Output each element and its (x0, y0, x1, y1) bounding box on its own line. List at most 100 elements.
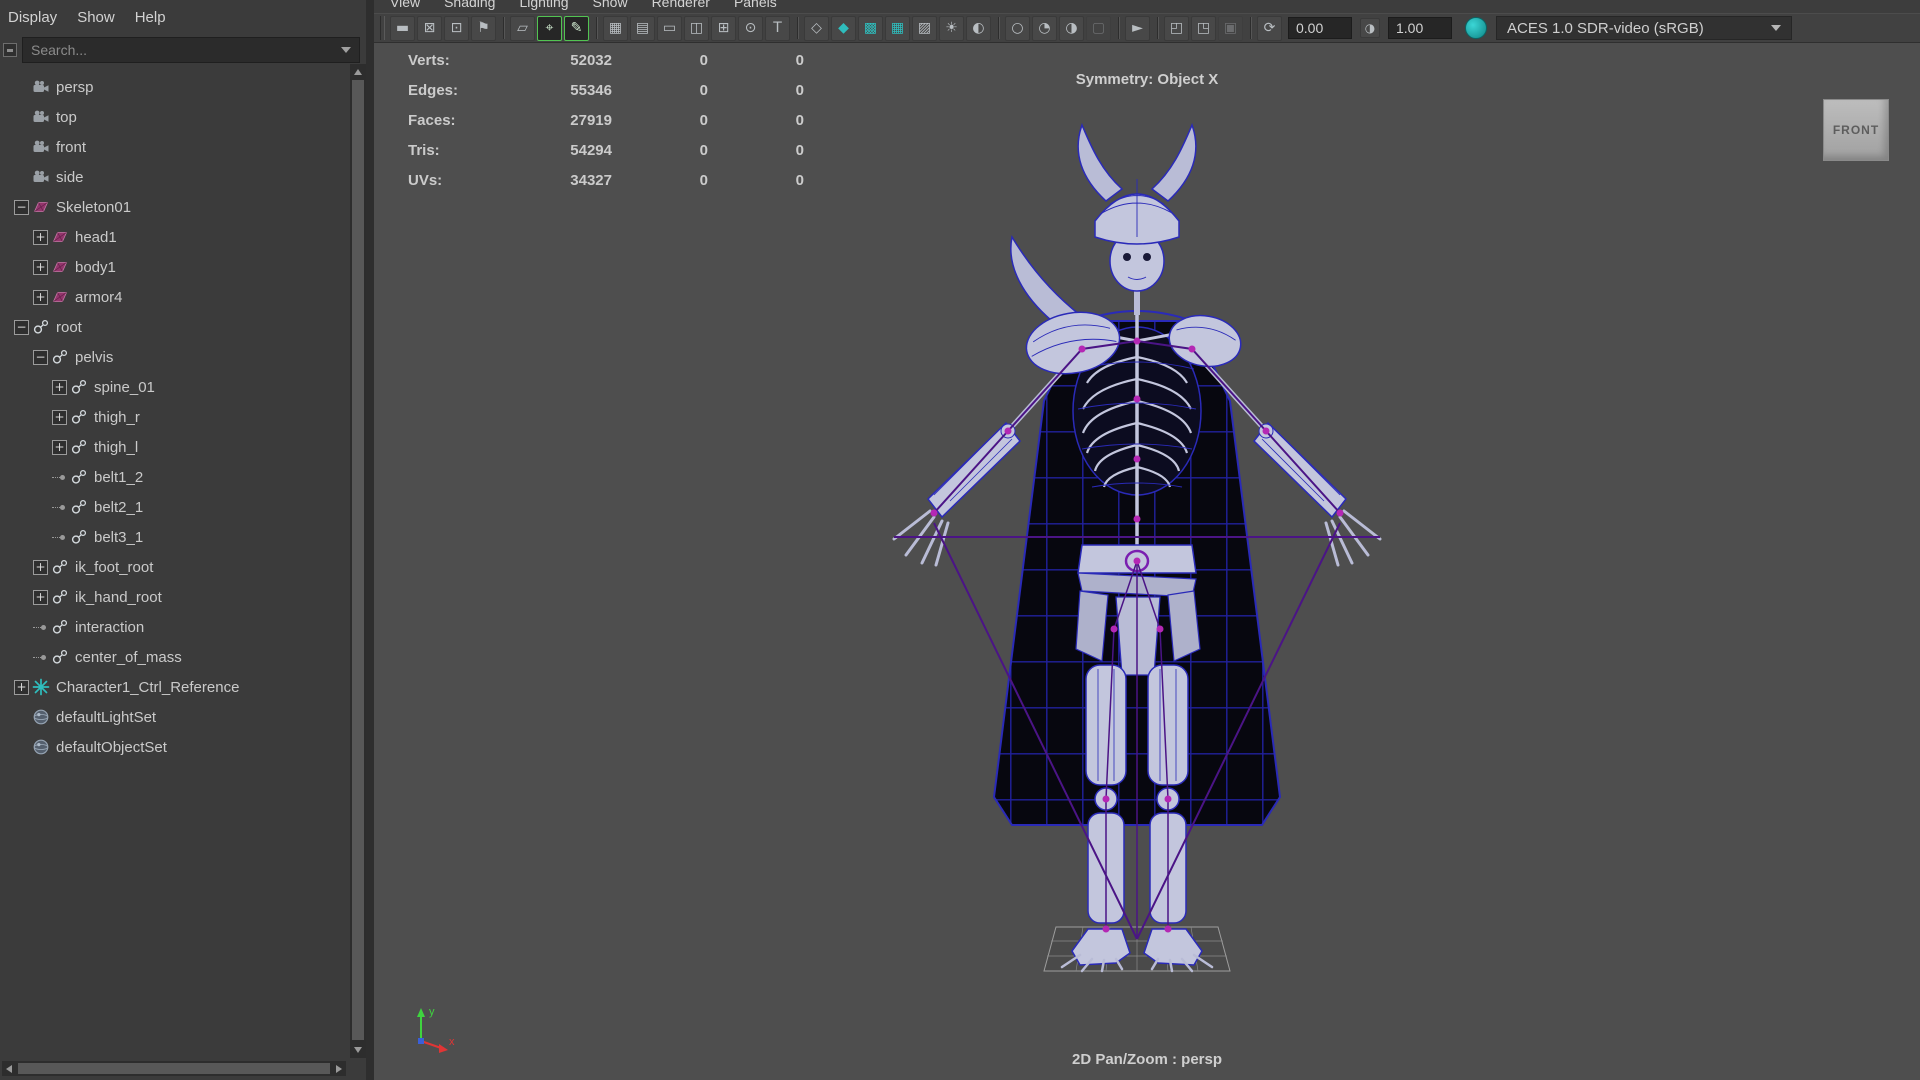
search-input[interactable] (31, 42, 335, 58)
outliner-item-top[interactable]: top (0, 102, 349, 132)
outliner-item-pelvis[interactable]: − pelvis (0, 342, 349, 372)
outliner-item-thigh_l[interactable]: + thigh_l (0, 432, 349, 462)
scroll-left-arrow-icon[interactable] (6, 1065, 12, 1073)
viewport-menu-renderer[interactable]: Renderer (652, 0, 710, 11)
outliner-item-defaultLightSet[interactable]: defaultLightSet (0, 702, 349, 732)
outliner-item-ik_foot_root[interactable]: + ik_foot_root (0, 552, 349, 582)
joint-icon (70, 468, 88, 486)
toolbar-2d-pan-zoom[interactable]: ⌖ (537, 15, 562, 41)
toolbar-grid[interactable]: ▦ (603, 15, 628, 41)
toolbar-motion-blur[interactable]: ◔ (1032, 15, 1057, 41)
outliner-menubar: Display Show Help (0, 0, 366, 34)
gamma-icon[interactable]: ◑ (1360, 18, 1380, 38)
expander-minus-icon[interactable]: − (14, 199, 29, 215)
toolbar-xray[interactable]: ▨ (912, 15, 937, 41)
outliner-vertical-scrollbar[interactable] (350, 64, 366, 1058)
expander-plus-icon[interactable]: + (52, 439, 67, 455)
outliner-item-Skeleton01[interactable]: − Skeleton01 (0, 192, 349, 222)
viewport-menu-show[interactable]: Show (593, 0, 628, 11)
outliner-item-defaultObjectSet[interactable]: defaultObjectSet (0, 732, 349, 762)
outliner-item-body1[interactable]: + body1 (0, 252, 349, 282)
horizontal-scroll-thumb[interactable] (18, 1063, 330, 1074)
outliner-item-belt1_2[interactable]: belt1_2 (0, 462, 349, 492)
color-management-toggle[interactable] (1465, 17, 1487, 39)
outliner-menu-help[interactable]: Help (135, 9, 166, 26)
toolbar-exposure-icon[interactable]: ⟳ (1257, 15, 1282, 41)
expander-plus-icon[interactable]: + (14, 679, 29, 695)
outliner-item-root[interactable]: − root (0, 312, 349, 342)
asterisk-icon (32, 678, 50, 696)
outliner-item-center_of_mass[interactable]: center_of_mass (0, 642, 349, 672)
view-cube[interactable]: FRONT (1823, 99, 1889, 161)
character-wireframe-model[interactable] (830, 109, 1445, 1014)
toolbar-gate-mask[interactable]: ◫ (684, 15, 709, 41)
scroll-up-arrow-icon[interactable] (354, 69, 362, 75)
toolbar-anti-aliasing[interactable]: ◑ (1059, 15, 1084, 41)
outliner-item-armor4[interactable]: + armor4 (0, 282, 349, 312)
expander-minus-icon[interactable]: − (33, 349, 48, 365)
toolbar-tear-off-copy[interactable]: ◰ (1164, 15, 1189, 41)
outliner-item-ik_hand_root[interactable]: + ik_hand_root (0, 582, 349, 612)
toolbar-film-gate[interactable]: ▤ (630, 15, 655, 41)
viewport-menu-lighting[interactable]: Lighting (519, 0, 568, 11)
toolbar-wireframe-on-shaded[interactable]: ▦ (885, 15, 910, 41)
outliner-item-spine_01[interactable]: + spine_01 (0, 372, 349, 402)
viewport-menu-view[interactable]: View (390, 0, 420, 11)
gamma-field[interactable]: 1.00 (1388, 17, 1452, 39)
outliner-item-head1[interactable]: + head1 (0, 222, 349, 252)
toolbar-tear-off[interactable]: ◳ (1191, 15, 1216, 41)
outliner-menu-display[interactable]: Display (8, 9, 57, 26)
outliner-item-belt3_1[interactable]: belt3_1 (0, 522, 349, 552)
toolbar-lock-camera[interactable]: ⊠ (417, 15, 442, 41)
search-chevron-down-icon[interactable] (341, 47, 351, 53)
outliner-item-persp[interactable]: persp (0, 72, 349, 102)
toolbar-select-camera[interactable]: ▬ (390, 15, 415, 41)
toolbar-safe-title[interactable]: T (765, 15, 790, 41)
toolbar-textured[interactable]: ▩ (858, 15, 883, 41)
toolbar-handle[interactable] (380, 16, 385, 40)
toolbar-grease-pencil[interactable]: ✎ (564, 15, 589, 41)
scroll-right-arrow-icon[interactable] (336, 1065, 342, 1073)
toolbar-safe-action[interactable]: ⊙ (738, 15, 763, 41)
outliner-search-row (0, 34, 366, 66)
leaf-connector (52, 500, 67, 515)
outliner-item-belt2_1[interactable]: belt2_1 (0, 492, 349, 522)
expander-plus-icon[interactable]: + (52, 379, 67, 395)
outliner-item-label: top (56, 108, 77, 126)
toolbar-default-lighting[interactable]: ☀ (939, 15, 964, 41)
toolbar-isolate-select[interactable]: ► (1125, 15, 1150, 41)
exposure-field[interactable]: 0.00 (1288, 17, 1352, 39)
outliner-item-label: defaultObjectSet (56, 738, 167, 756)
viewport-canvas[interactable]: Verts: 52032 0 0 Edges: 55346 0 0 Faces: 27919 0 0 T… (374, 43, 1920, 1080)
outliner-item-Character1_Ctrl_Reference[interactable]: + Character1_Ctrl_Reference (0, 672, 349, 702)
colorspace-dropdown[interactable]: ACES 1.0 SDR-video (sRGB) (1496, 16, 1792, 40)
expander-plus-icon[interactable]: + (33, 559, 48, 575)
outliner-item-side[interactable]: side (0, 162, 349, 192)
outliner-horizontal-scrollbar[interactable] (2, 1061, 346, 1076)
expander-plus-icon[interactable]: + (33, 589, 48, 605)
toolbar-image-plane[interactable]: ▱ (510, 15, 535, 41)
toolbar-camera-attributes[interactable]: ⊡ (444, 15, 469, 41)
toolbar-field-chart[interactable]: ⊞ (711, 15, 736, 41)
expander-plus-icon[interactable]: + (33, 259, 48, 275)
hud-pan-zoom: 2D Pan/Zoom : persp (1071, 1051, 1223, 1068)
vertical-scroll-thumb[interactable] (352, 80, 364, 1040)
scroll-down-arrow-icon[interactable] (354, 1047, 362, 1053)
outliner-item-front[interactable]: front (0, 132, 349, 162)
viewport-menu-panels[interactable]: Panels (734, 0, 777, 11)
expander-plus-icon[interactable]: + (33, 229, 48, 245)
toolbar-shadows[interactable]: ◐ (966, 15, 991, 41)
outliner-item-thigh_r[interactable]: + thigh_r (0, 402, 349, 432)
expander-plus-icon[interactable]: + (33, 289, 48, 305)
toolbar-wireframe[interactable]: ◇ (804, 15, 829, 41)
toolbar-occlusion[interactable]: ○ (1005, 15, 1030, 41)
outliner-item-interaction[interactable]: interaction (0, 612, 349, 642)
toolbar-bookmark[interactable]: ⚑ (471, 15, 496, 41)
viewport-menu-shading[interactable]: Shading (444, 0, 495, 11)
filter-icon[interactable] (3, 43, 17, 57)
expander-minus-icon[interactable]: − (14, 319, 29, 335)
toolbar-resolution-gate[interactable]: ▭ (657, 15, 682, 41)
toolbar-shaded[interactable]: ◆ (831, 15, 856, 41)
expander-plus-icon[interactable]: + (52, 409, 67, 425)
outliner-menu-show[interactable]: Show (77, 9, 115, 26)
